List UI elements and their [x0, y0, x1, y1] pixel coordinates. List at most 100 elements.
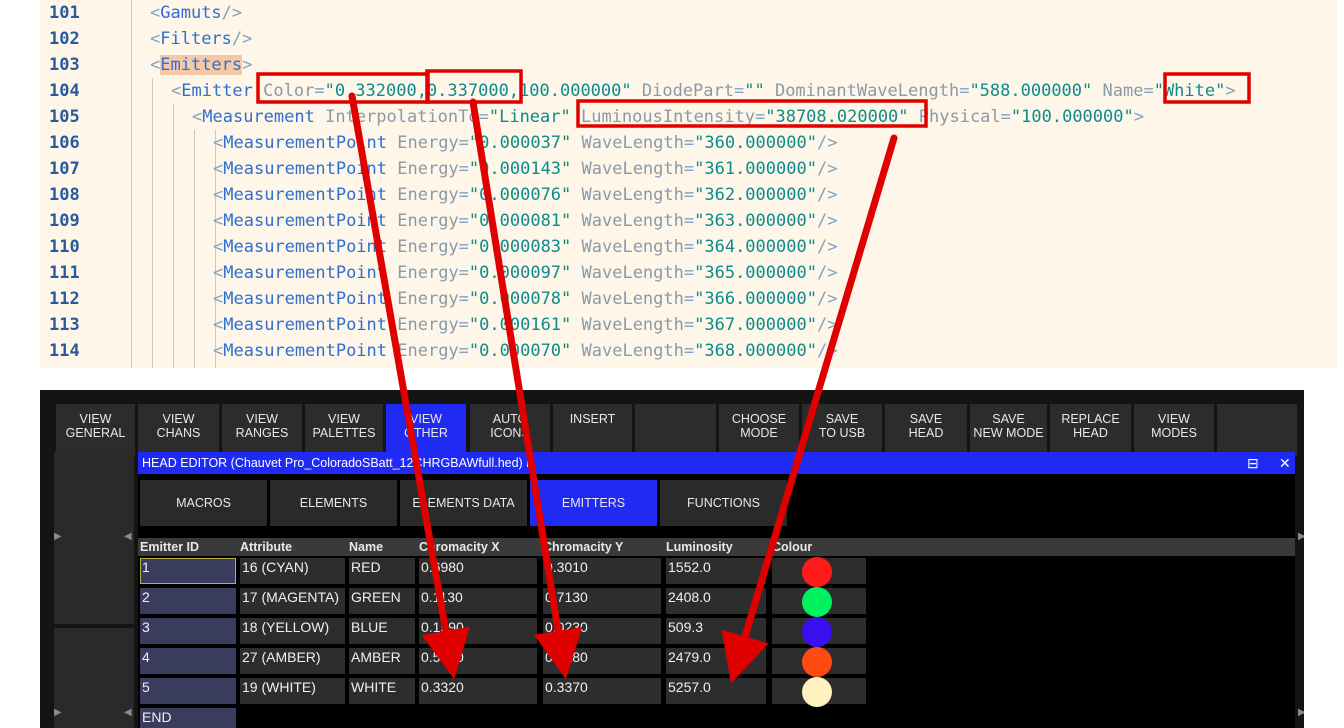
- table-cell-id[interactable]: 2: [140, 588, 236, 614]
- table-cell-x[interactable]: 0.3320: [419, 678, 537, 704]
- toolbar-button-view-modes[interactable]: VIEW MODES: [1134, 404, 1214, 456]
- toolbar-button-view-palettes[interactable]: VIEW PALETTES: [305, 404, 383, 456]
- toolbar-button-view-other[interactable]: VIEW OTHER: [386, 404, 466, 456]
- xml-code-editor[interactable]: 101 <Gamuts/> 102 <Filters/> 103 <Emitters> 10…: [40, 0, 1337, 368]
- table-cell-id[interactable]: 4: [140, 648, 236, 674]
- code-token: <: [213, 289, 224, 309]
- colour-swatch: [802, 677, 832, 707]
- toolbar-button-save-head[interactable]: SAVE HEAD: [885, 404, 967, 456]
- expand-left-icon[interactable]: ◀: [124, 531, 132, 542]
- code-line[interactable]: 113 <MeasurementPoint Energy="0.000161" W…: [40, 312, 1337, 338]
- table-cell-colour[interactable]: [772, 617, 866, 647]
- column-header[interactable]: Luminosity: [666, 538, 733, 556]
- code-token: WaveLength: [571, 315, 684, 335]
- table-cell-name[interactable]: GREEN: [349, 588, 415, 614]
- code-token: WaveLength: [571, 185, 684, 205]
- toolbar-button-save-to-usb[interactable]: SAVE TO USB: [802, 404, 882, 456]
- tab-macros[interactable]: MACROS: [140, 480, 267, 526]
- expand-right-icon-lower[interactable]: ▶: [54, 707, 62, 718]
- column-header[interactable]: Chromacity X: [419, 538, 500, 556]
- toolbar-button-view-ranges[interactable]: VIEW RANGES: [222, 404, 302, 456]
- table-cell-id[interactable]: 3: [140, 618, 236, 644]
- table-cell-name[interactable]: WHITE: [349, 678, 415, 704]
- table-cell-attribute[interactable]: 19 (WHITE): [240, 678, 345, 704]
- line-number: 114: [49, 341, 80, 361]
- column-header[interactable]: Colour: [772, 538, 812, 556]
- table-cell-y[interactable]: 0.0230: [543, 618, 661, 644]
- table-cell-lum[interactable]: 5257.0: [666, 678, 766, 704]
- expand-left-icon-lower[interactable]: ◀: [124, 707, 132, 718]
- table-cell-colour[interactable]: [772, 647, 866, 677]
- code-token: DominantWaveLength: [764, 81, 960, 101]
- code-token: "363.000000": [694, 211, 817, 231]
- scroll-right-icon[interactable]: ▶: [1298, 531, 1304, 542]
- table-cell-lum[interactable]: 1552.0: [666, 558, 766, 584]
- table-cell-x[interactable]: 0.1130: [419, 588, 537, 614]
- tab-emitters[interactable]: EMITTERS: [530, 480, 657, 526]
- code-line[interactable]: 104 <Emitter Color="0.332000,0.337000,100…: [40, 78, 1337, 104]
- table-cell-name[interactable]: AMBER: [349, 648, 415, 674]
- table-cell-attribute[interactable]: 27 (AMBER): [240, 648, 345, 674]
- table-end-marker[interactable]: END: [140, 708, 236, 728]
- toolbar-button-insert[interactable]: INSERT: [553, 404, 632, 456]
- table-cell-attribute[interactable]: 16 (CYAN): [240, 558, 345, 584]
- toolbar-button-choose-mode[interactable]: CHOOSE MODE: [719, 404, 799, 456]
- code-line[interactable]: 112 <MeasurementPoint Energy="0.000078" W…: [40, 286, 1337, 312]
- toolbar-button-empty-7[interactable]: [635, 404, 716, 456]
- tab-elements[interactable]: ELEMENTS: [270, 480, 397, 526]
- table-cell-x[interactable]: 0.6980: [419, 558, 537, 584]
- column-header[interactable]: Name: [349, 538, 383, 556]
- code-token: =: [458, 315, 469, 335]
- table-cell-attribute[interactable]: 18 (YELLOW): [240, 618, 345, 644]
- code-line[interactable]: 114 <MeasurementPoint Energy="0.000070" W…: [40, 338, 1337, 364]
- table-cell-lum[interactable]: 2479.0: [666, 648, 766, 674]
- table-cell-colour[interactable]: [772, 677, 866, 707]
- table-cell-y[interactable]: 0.3370: [543, 678, 661, 704]
- scroll-right-icon-lower[interactable]: ▶: [1298, 707, 1304, 718]
- table-cell-lum[interactable]: 509.3: [666, 618, 766, 644]
- code-line[interactable]: 103 <Emitters>: [40, 52, 1337, 78]
- tab-functions[interactable]: FUNCTIONS: [660, 480, 787, 526]
- close-icon[interactable]: ✕: [1279, 455, 1291, 471]
- table-cell-name[interactable]: RED: [349, 558, 415, 584]
- table-cell-x[interactable]: 0.5700: [419, 648, 537, 674]
- toolbar-button-save-new-mode[interactable]: SAVE NEW MODE: [970, 404, 1047, 456]
- lighting-console-screen: VIEW GENERAL VIEW CHANS VIEW RANGES VIEW PA…: [40, 390, 1304, 728]
- table-cell-id[interactable]: 5: [140, 678, 236, 704]
- code-line[interactable]: 107 <MeasurementPoint Energy="0.000143" W…: [40, 156, 1337, 182]
- toolbar-button-auto-icons[interactable]: AUTO ICONS: [470, 404, 550, 456]
- code-token: Gamuts: [160, 3, 222, 23]
- code-line[interactable]: 106 <MeasurementPoint Energy="0.000037" W…: [40, 130, 1337, 156]
- code-line[interactable]: 109 <MeasurementPoint Energy="0.000081" W…: [40, 208, 1337, 234]
- table-cell-name[interactable]: BLUE: [349, 618, 415, 644]
- toolbar-button-empty-14[interactable]: [1217, 404, 1297, 456]
- table-cell-y[interactable]: 0.3010: [543, 558, 661, 584]
- code-line[interactable]: 102 <Filters/>: [40, 26, 1337, 52]
- table-cell-colour[interactable]: [772, 587, 866, 617]
- expand-right-icon[interactable]: ▶: [54, 531, 62, 542]
- table-cell-attribute[interactable]: 17 (MAGENTA): [240, 588, 345, 614]
- table-cell-id[interactable]: 1: [140, 558, 236, 584]
- table-cell-y[interactable]: 0.4180: [543, 648, 661, 674]
- toolbar-button-view-chans[interactable]: VIEW CHANS: [138, 404, 219, 456]
- tab-elements-data[interactable]: ELEMENTS DATA: [400, 480, 527, 526]
- column-header[interactable]: Emitter ID: [140, 538, 199, 556]
- code-line[interactable]: 105 <Measurement InterpolationTo="Linear"…: [40, 104, 1337, 130]
- column-header[interactable]: Chromacity Y: [543, 538, 623, 556]
- toolbar-button-view-general[interactable]: VIEW GENERAL: [56, 404, 135, 456]
- table-cell-x[interactable]: 0.1590: [419, 618, 537, 644]
- left-side-panel-bottom[interactable]: [54, 628, 134, 728]
- restore-window-icon[interactable]: ⊟: [1247, 455, 1259, 471]
- code-token: =: [683, 289, 695, 309]
- code-line[interactable]: 101 <Gamuts/>: [40, 0, 1337, 26]
- left-side-panel-top[interactable]: [54, 452, 134, 624]
- toolbar-button-replace-head[interactable]: REPLACE HEAD: [1050, 404, 1131, 456]
- table-cell-lum[interactable]: 2408.0: [666, 588, 766, 614]
- code-line[interactable]: 108 <MeasurementPoint Energy="0.000076" W…: [40, 182, 1337, 208]
- table-cell-colour[interactable]: [772, 557, 866, 587]
- code-token: "Linear": [488, 107, 571, 127]
- column-header[interactable]: Attribute: [240, 538, 292, 556]
- table-cell-y[interactable]: 0.7130: [543, 588, 661, 614]
- code-line[interactable]: 111 <MeasurementPoint Energy="0.000097" W…: [40, 260, 1337, 286]
- code-line[interactable]: 110 <MeasurementPoint Energy="0.000083" W…: [40, 234, 1337, 260]
